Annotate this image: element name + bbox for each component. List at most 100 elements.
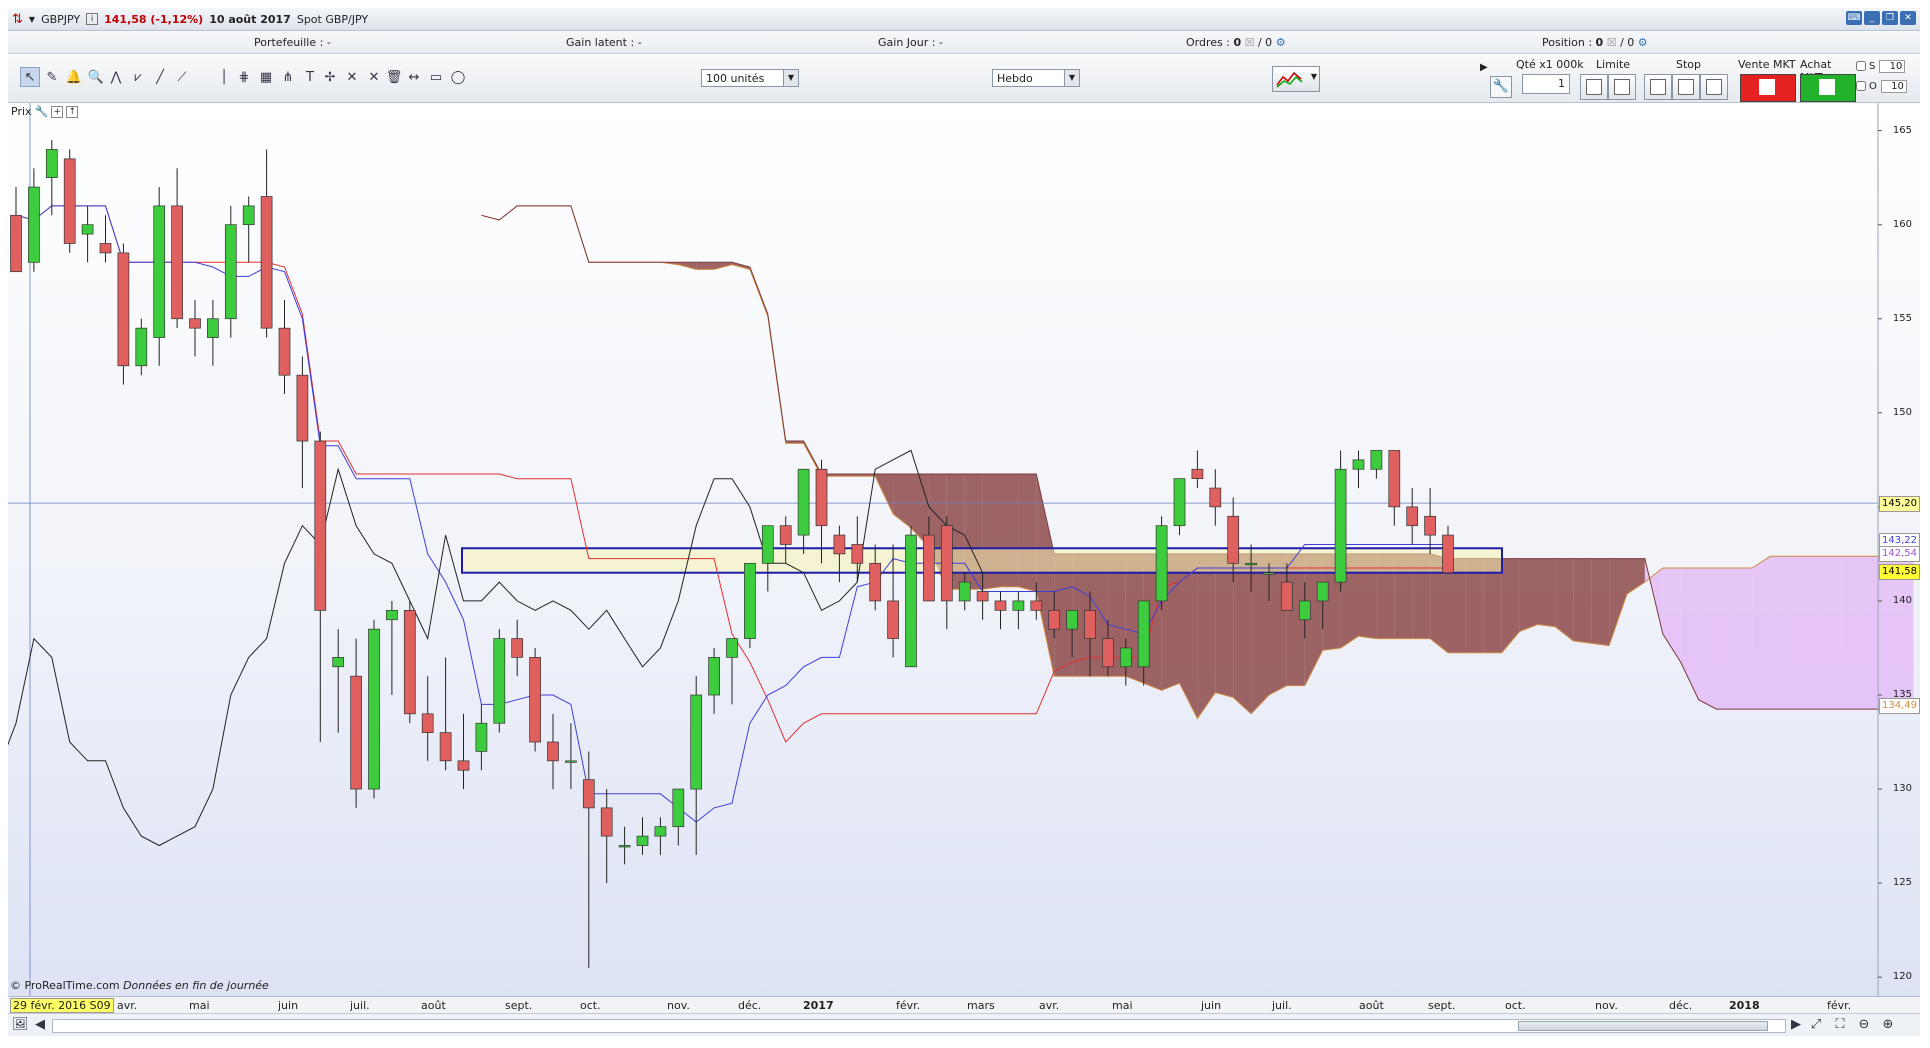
stop-sell-button[interactable] — [1644, 74, 1672, 100]
candle-body — [1298, 600, 1311, 621]
buy-market-button[interactable] — [1800, 74, 1856, 102]
time-label: août — [1359, 999, 1384, 1012]
pointer-icon[interactable]: ↖ — [20, 67, 40, 87]
settings-wrench-icon[interactable]: 🔧 — [1490, 76, 1512, 98]
side-s-checkbox[interactable] — [1856, 61, 1866, 71]
kumo-segment — [1519, 558, 1538, 632]
candle-body — [1370, 450, 1383, 470]
channel-icon[interactable]: ▦ — [256, 67, 276, 87]
ellipse-icon[interactable]: ◯ — [448, 67, 468, 87]
period-select-value: Hebdo — [997, 72, 1033, 85]
kumo-segment — [1269, 553, 1287, 695]
window-title-bar: ⇅ ▼ GBPJPY i 141,58 (-1,12%) 10 août 201… — [8, 8, 1920, 31]
chart-canvas[interactable] — [8, 103, 1920, 996]
candle-body — [439, 732, 452, 762]
side-o-checkbox[interactable] — [1856, 81, 1866, 91]
panel-expand-icon[interactable]: ↑ — [66, 105, 79, 118]
dropdown-arrow-icon[interactable]: ▼ — [29, 15, 35, 24]
sell-market-button[interactable] — [1740, 74, 1796, 102]
screenshot-icon[interactable]: 🖼 — [12, 1017, 29, 1033]
trash-icon[interactable]: 🗑 — [384, 67, 404, 87]
panel-add-icon[interactable]: + — [51, 105, 64, 118]
kumo-segment — [1233, 553, 1252, 714]
credit-note: Données en fin de journée — [123, 979, 269, 992]
kumo-segment — [893, 473, 911, 529]
keyboard-icon[interactable]: ⌨ — [1846, 11, 1862, 25]
candle-body — [153, 205, 166, 338]
span-b-price-label: 134,49 — [1879, 697, 1920, 714]
unrealized-gain: Gain latent : - — [566, 36, 642, 49]
candle-body — [1316, 581, 1329, 602]
chart-style-button[interactable]: ▼ — [1272, 66, 1320, 92]
collapse-arrow-icon[interactable]: ▶ — [1480, 62, 1488, 73]
side-o-value[interactable]: 10 — [1880, 80, 1907, 93]
candle-body — [618, 845, 631, 848]
period-select[interactable]: Hebdo ▼ — [992, 69, 1080, 87]
cross2-icon[interactable]: ✕ — [364, 67, 384, 87]
horizontal-scrollbar[interactable] — [52, 1019, 1786, 1033]
zoom-out-icon[interactable]: ⊖ — [1856, 1017, 1872, 1033]
close-icon[interactable]: ✕ — [1900, 11, 1916, 25]
chevron-down-icon[interactable]: ▼ — [1064, 70, 1079, 86]
qty-input[interactable]: 1 — [1522, 74, 1570, 94]
info-icon[interactable]: i — [86, 13, 99, 25]
time-label: juin — [1201, 999, 1222, 1012]
kumo-segment — [1036, 473, 1055, 677]
zoom-in-icon[interactable]: ⊕ — [1880, 1017, 1896, 1033]
units-select[interactable]: 100 unités ▼ — [701, 69, 799, 87]
time-label: mars — [967, 999, 995, 1012]
zoom-fit-icon[interactable]: ⛶ — [1832, 1017, 1848, 1033]
trend-icon[interactable]: ⩗ — [128, 67, 148, 87]
candle-body — [117, 252, 130, 367]
minimize-icon[interactable]: _ — [1864, 11, 1880, 25]
candle-body — [63, 158, 76, 244]
price-tick-label: 155 — [1892, 312, 1912, 324]
restore-icon[interactable]: ❐ — [1882, 11, 1898, 25]
vertical-line-icon[interactable]: │ — [214, 67, 234, 87]
fib-icon[interactable]: ⋕ — [234, 67, 254, 87]
limit-sell-button[interactable] — [1580, 74, 1608, 100]
price-chart[interactable]: Prix 🔧 + ↑ © ProRealTime.com Données en … — [8, 103, 1920, 996]
price-tick-label: 130 — [1892, 783, 1912, 795]
scrollbar-thumb[interactable] — [1518, 1021, 1768, 1031]
stop-buy-button[interactable] — [1672, 74, 1700, 100]
kumo-segment — [1806, 556, 1824, 710]
position-settings-icon[interactable]: ⚙ — [1638, 36, 1648, 49]
candle-body — [368, 628, 380, 790]
stop-extra-button[interactable] — [1700, 74, 1728, 100]
text-icon[interactable]: T — [300, 67, 320, 87]
instrument-icon[interactable]: ⇅ — [12, 12, 23, 27]
scroll-right-icon[interactable]: ▶ — [1788, 1017, 1804, 1033]
range-icon[interactable]: ↔ — [404, 67, 424, 87]
chevron-down-icon[interactable]: ▼ — [783, 70, 798, 86]
kumo-segment — [1537, 558, 1556, 627]
position-close-icon[interactable]: ☒ — [1607, 36, 1617, 49]
pitchfork-icon[interactable]: ⋔ — [278, 67, 298, 87]
zoom-icon[interactable]: 🔍 — [86, 67, 106, 87]
time-label: sept. — [1428, 999, 1456, 1012]
segment-icon[interactable]: ⟋ — [172, 67, 192, 87]
side-s-value[interactable]: 10 — [1879, 60, 1906, 73]
candle-body — [797, 468, 810, 536]
rectangle-icon[interactable]: ▭ — [426, 67, 446, 87]
time-label: nov. — [1595, 999, 1618, 1012]
price-tick-label: 150 — [1892, 406, 1912, 418]
orders-settings-icon[interactable]: ⚙ — [1276, 36, 1286, 49]
scroll-left-icon[interactable]: ◀ — [32, 1017, 48, 1033]
scale-icon[interactable]: ⤢ — [1808, 1017, 1824, 1033]
ruler-icon[interactable]: ✎ — [42, 67, 62, 87]
panel-settings-icon[interactable]: 🔧 — [35, 105, 49, 118]
candle-body — [296, 374, 309, 442]
quote-date: 10 août 2017 — [209, 12, 291, 26]
indicator-icon[interactable]: ⋀ — [106, 67, 126, 87]
cross-icon[interactable]: ✕ — [342, 67, 362, 87]
orders-close-icon[interactable]: ☒ — [1245, 36, 1255, 49]
candle-body — [1281, 581, 1293, 611]
limit-buy-button[interactable] — [1608, 74, 1636, 100]
instrument-symbol[interactable]: GBPJPY — [41, 13, 80, 26]
candle-body — [976, 591, 989, 602]
line-icon[interactable]: ╱ — [150, 67, 170, 87]
alarm-icon[interactable]: 🔔 — [64, 67, 84, 87]
tools-icon[interactable]: ✢ — [320, 67, 340, 87]
candle-body — [1155, 525, 1168, 602]
